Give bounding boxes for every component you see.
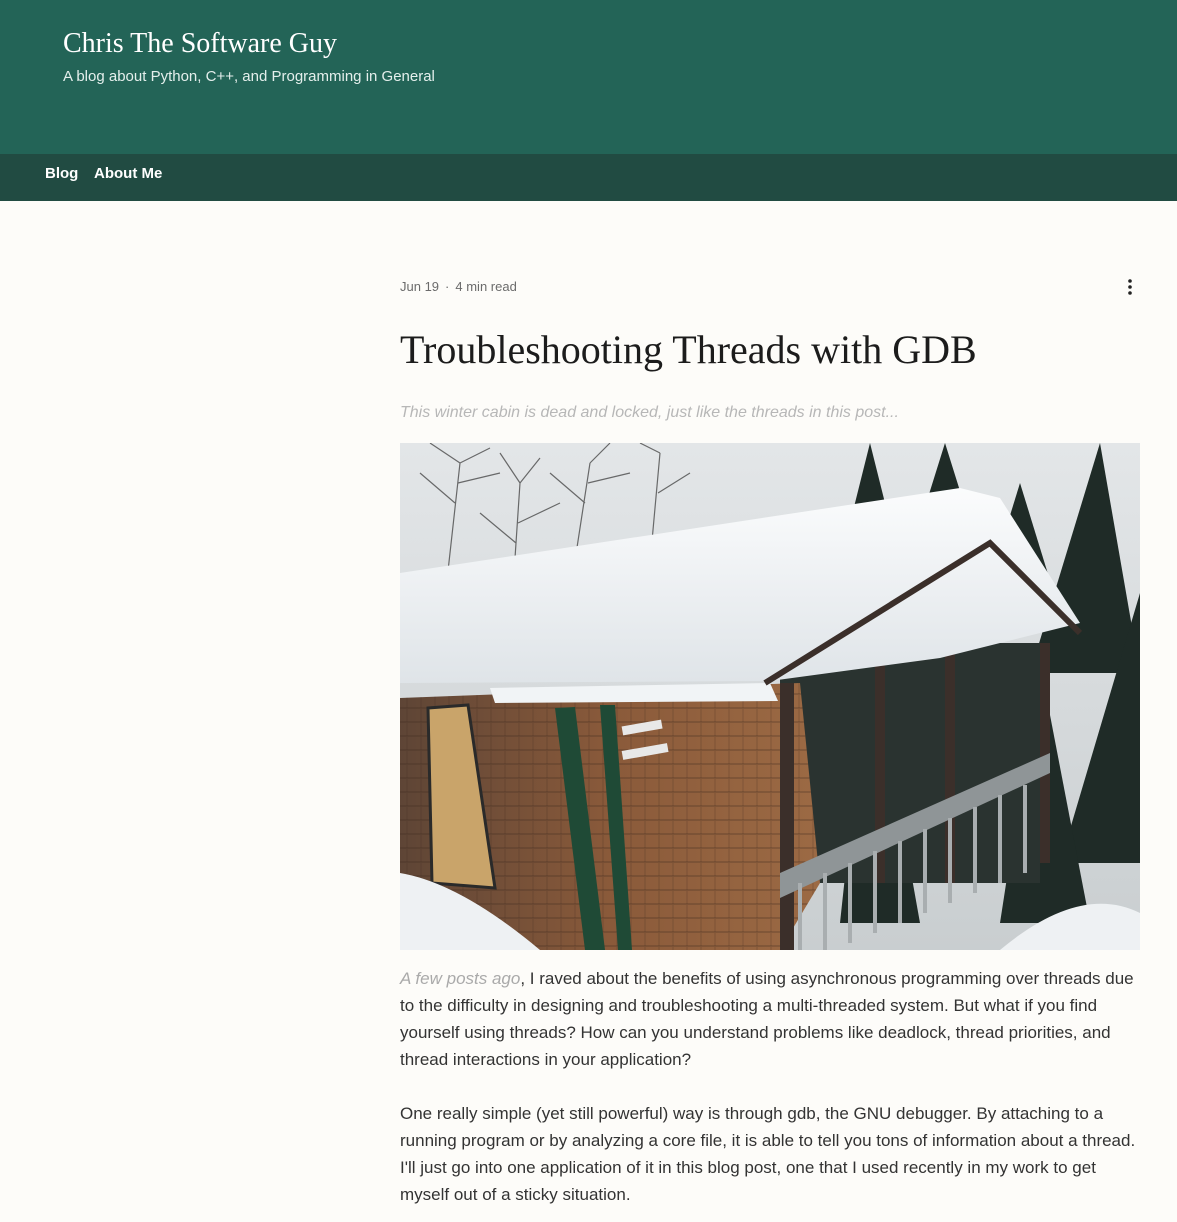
site-tagline: A blog about Python, C++, and Programmin… <box>63 68 435 85</box>
post-paragraph-1: A few posts ago, I raved about the benef… <box>400 965 1145 1073</box>
site-header: Chris The Software Guy A blog about Pyth… <box>0 0 1177 154</box>
post-meta: Jun 19 · 4 min read <box>400 279 517 294</box>
winter-cabin-image[interactable] <box>400 443 1140 950</box>
meta-separator: · <box>445 279 450 294</box>
few-posts-ago-link[interactable]: A few posts ago <box>400 969 520 988</box>
nav-bar: Blog About Me <box>0 154 1177 201</box>
post-title: Troubleshooting Threads with GDB <box>400 327 977 372</box>
post-paragraph-2: One really simple (yet still powerful) w… <box>400 1104 1136 1204</box>
image-caption: This winter cabin is dead and locked, ju… <box>400 404 899 421</box>
site-title[interactable]: Chris The Software Guy <box>63 28 337 60</box>
post-read-time: 4 min read <box>455 279 517 294</box>
post-date: Jun 19 <box>400 279 440 294</box>
more-options-button[interactable] <box>1118 275 1142 299</box>
nav-item-about-me[interactable]: About Me <box>94 165 162 182</box>
more-vertical-icon <box>1128 279 1132 295</box>
nav-item-blog[interactable]: Blog <box>45 165 78 182</box>
